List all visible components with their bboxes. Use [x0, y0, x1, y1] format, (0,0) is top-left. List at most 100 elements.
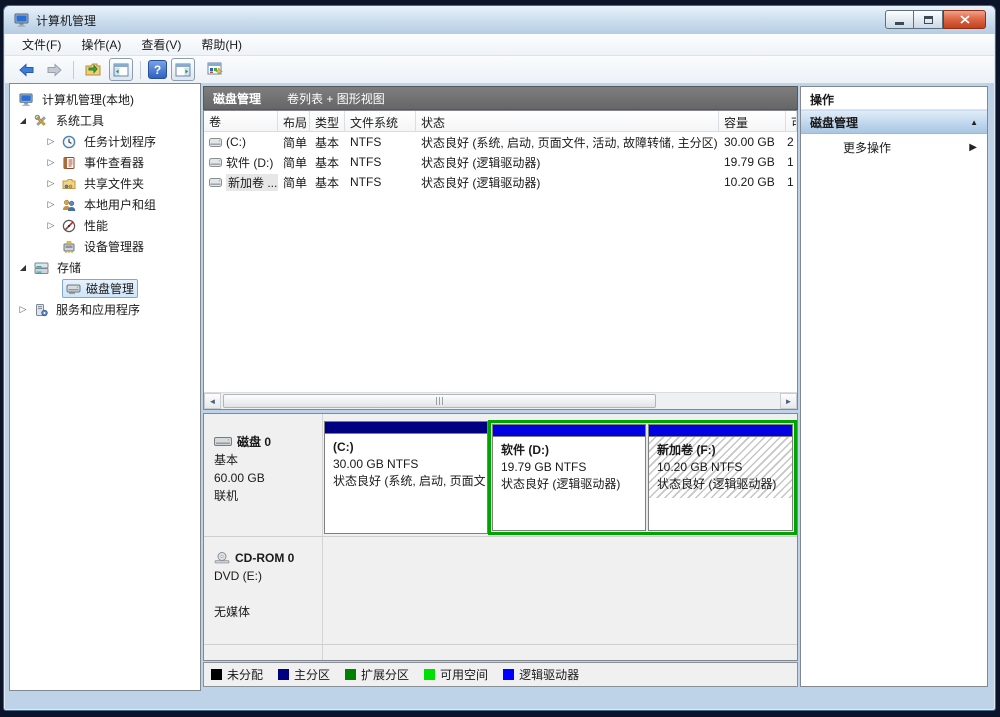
maximize-icon: [924, 16, 933, 24]
volume-row-d[interactable]: 软件 (D:) 简单 基本 NTFS 状态良好 (逻辑驱动器) 19.79 GB…: [204, 152, 797, 172]
collapsed-arrow-icon[interactable]: ▷: [45, 199, 57, 210]
volume-status: 状态良好 (逻辑驱动器): [416, 154, 719, 171]
collapsed-arrow-icon[interactable]: ▷: [45, 220, 57, 231]
menu-help[interactable]: 帮助(H): [192, 33, 251, 56]
scroll-right-arrow[interactable]: ►: [780, 393, 797, 409]
volume-free: 1: [786, 175, 797, 189]
selected-tree-item[interactable]: 磁盘管理: [62, 279, 138, 298]
minimize-icon: [895, 22, 904, 25]
legend-swatch: [503, 669, 514, 680]
scrollbar-thumb[interactable]: [223, 394, 656, 408]
toolbar-separator: [140, 61, 141, 79]
help-icon: ?: [154, 63, 161, 77]
maximize-button[interactable]: [914, 10, 943, 29]
legend-unallocated: 未分配: [211, 666, 263, 683]
help-button[interactable]: ?: [148, 60, 167, 79]
tree-item-local-users-groups[interactable]: ▷ 本地用户和组: [10, 194, 200, 215]
volume-row-f[interactable]: 新加卷 ... 简单 基本 NTFS 状态良好 (逻辑驱动器) 10.20 GB…: [204, 172, 797, 192]
collapse-section-icon[interactable]: ▲: [970, 118, 978, 127]
snapin-properties-button[interactable]: [203, 58, 227, 81]
column-layout[interactable]: 布局: [278, 111, 310, 131]
legend-logical-drive: 逻辑驱动器: [503, 666, 579, 683]
expanded-arrow-icon[interactable]: ◢: [17, 263, 29, 272]
tree-item-device-manager[interactable]: 设备管理器: [10, 236, 200, 257]
tree-item-label: 任务计划程序: [81, 132, 159, 151]
tree-item-system-tools[interactable]: ◢ 系统工具: [10, 110, 200, 131]
volume-name: (C:): [226, 135, 246, 149]
storage-icon: [34, 261, 49, 275]
menu-action[interactable]: 操作(A): [72, 33, 130, 56]
close-button[interactable]: [943, 10, 986, 29]
disk0-status: 联机: [214, 487, 314, 505]
export-list-button[interactable]: [81, 58, 105, 81]
partition-c[interactable]: (C:) 30.00 GB NTFS 状态良好 (系统, 启动, 页面文: [324, 421, 488, 534]
menu-file[interactable]: 文件(F): [13, 33, 70, 56]
tree-item-label: 服务和应用程序: [53, 300, 143, 319]
volume-row-c[interactable]: (C:) 简单 基本 NTFS 状态良好 (系统, 启动, 页面文件, 活动, …: [204, 132, 797, 152]
collapsed-arrow-icon[interactable]: ▷: [45, 157, 57, 168]
tree-item-event-viewer[interactable]: ▷ 事件查看器: [10, 152, 200, 173]
collapsed-arrow-icon[interactable]: ▷: [17, 304, 29, 315]
disk-icon: [214, 437, 232, 448]
volume-status: 状态良好 (系统, 启动, 页面文件, 活动, 故障转储, 主分区): [416, 134, 719, 151]
tree-item-performance[interactable]: ▷ 性能: [10, 215, 200, 236]
column-status[interactable]: 状态: [416, 111, 719, 131]
pane-view-mode: 卷列表 + 图形视图: [287, 90, 385, 107]
menu-view[interactable]: 查看(V): [132, 33, 190, 56]
menubar: 文件(F) 操作(A) 查看(V) 帮助(H): [5, 34, 994, 56]
tree-item-services-applications[interactable]: ▷ 服务和应用程序: [10, 299, 200, 320]
actions-section-disk-management[interactable]: 磁盘管理 ▲: [801, 110, 987, 134]
collapsed-arrow-icon[interactable]: ▷: [45, 136, 57, 147]
tree-item-label: 共享文件夹: [81, 174, 147, 193]
toolbar-separator: [73, 61, 74, 79]
device-manager-icon: [62, 240, 76, 254]
partition-d[interactable]: 软件 (D:) 19.79 GB NTFS 状态良好 (逻辑驱动器): [492, 424, 646, 531]
disk0-size: 60.00 GB: [214, 469, 314, 487]
column-capacity[interactable]: 容量: [719, 111, 786, 131]
column-free[interactable]: 可: [786, 111, 797, 131]
expanded-arrow-icon[interactable]: ◢: [17, 116, 29, 125]
tree-item-task-scheduler[interactable]: ▷ 任务计划程序: [10, 131, 200, 152]
tree-item-disk-management[interactable]: 磁盘管理: [10, 278, 200, 299]
window-title: 计算机管理: [36, 12, 96, 29]
collapsed-arrow-icon[interactable]: ▷: [45, 178, 57, 189]
volume-name: 新加卷 ...: [226, 174, 278, 191]
extended-partition: 软件 (D:) 19.79 GB NTFS 状态良好 (逻辑驱动器) 新加卷 (…: [488, 420, 797, 535]
column-volume[interactable]: 卷: [204, 111, 278, 131]
tree-item-storage[interactable]: ◢ 存储: [10, 257, 200, 278]
local-users-icon: [62, 198, 76, 212]
disk0-label[interactable]: 磁盘 0 基本 60.00 GB 联机: [207, 428, 321, 510]
scrollbar-grip: [436, 397, 444, 405]
partition-size: 10.20 GB NTFS: [657, 459, 784, 476]
partition-f-selected[interactable]: 新加卷 (F:) 10.20 GB NTFS 状态良好 (逻辑驱动器): [648, 424, 793, 531]
forward-icon: [46, 63, 63, 77]
legend-label: 逻辑驱动器: [519, 666, 579, 683]
column-filesystem[interactable]: 文件系统: [345, 111, 416, 131]
tree-item-computer-management[interactable]: 计算机管理(本地): [10, 89, 200, 110]
volume-fs: NTFS: [345, 135, 416, 149]
system-tools-icon: [34, 114, 48, 128]
more-actions-item[interactable]: 更多操作 ▶: [801, 134, 987, 161]
horizontal-scrollbar[interactable]: ◄ ►: [204, 392, 797, 409]
cdrom-media: 无媒体: [214, 603, 314, 621]
forward-button[interactable]: [42, 58, 66, 81]
column-type[interactable]: 类型: [310, 111, 345, 131]
disk-management-icon: [66, 283, 81, 295]
actions-section-label: 磁盘管理: [810, 114, 858, 131]
tree-item-shared-folders[interactable]: ▷ 共享文件夹: [10, 173, 200, 194]
cdrom-label[interactable]: CD-ROM 0 DVD (E:) 无媒体: [207, 544, 321, 626]
tree-item-label: 性能: [81, 216, 111, 235]
back-button[interactable]: [14, 58, 38, 81]
volume-type: 基本: [310, 154, 345, 171]
legend-swatch: [424, 669, 435, 680]
submenu-arrow-icon: ▶: [969, 142, 977, 153]
scroll-left-arrow[interactable]: ◄: [204, 393, 221, 409]
shared-folders-icon: [62, 177, 76, 191]
cdrom-drive: DVD (E:): [214, 567, 314, 585]
console-tree-toggle-button[interactable]: [109, 58, 133, 81]
action-pane-toggle-button[interactable]: [171, 58, 195, 81]
volume-status: 状态良好 (逻辑驱动器): [416, 174, 719, 191]
minimize-button[interactable]: [885, 10, 914, 29]
export-list-icon: [85, 62, 102, 77]
titlebar[interactable]: 计算机管理: [4, 6, 995, 34]
